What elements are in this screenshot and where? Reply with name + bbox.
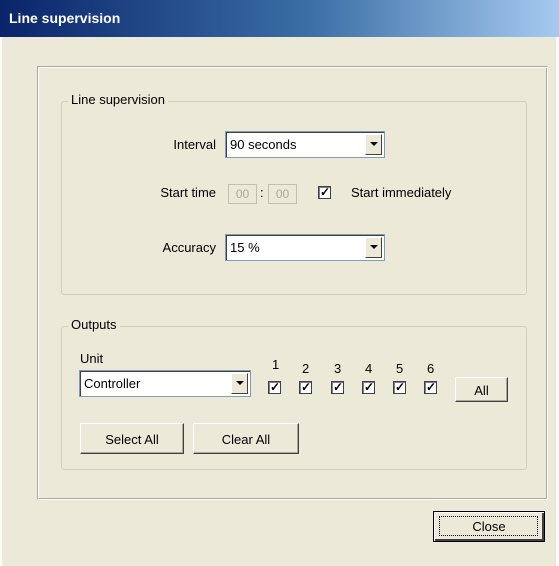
title-bar[interactable]: Line supervision xyxy=(0,0,559,37)
chevron-down-icon[interactable] xyxy=(365,134,382,155)
select-all-button[interactable]: Select All xyxy=(80,423,184,454)
accuracy-dropdown[interactable]: 15 % xyxy=(225,234,385,261)
interval-value: 90 seconds xyxy=(230,137,297,152)
start-hours-field[interactable]: 00 xyxy=(228,184,257,204)
clear-all-button-label: Clear All xyxy=(221,432,271,447)
unit-label: Unit xyxy=(80,351,104,366)
all-outputs-button-label: All xyxy=(474,383,489,398)
chevron-down-icon[interactable] xyxy=(365,237,382,258)
output-checkbox-2[interactable]: ✓ xyxy=(299,380,312,394)
output-number-3: 3 xyxy=(334,361,342,376)
start-time-label: Start time xyxy=(160,185,216,200)
start-minutes-field[interactable]: 00 xyxy=(268,184,297,204)
output-checkbox-5[interactable]: ✓ xyxy=(393,380,406,394)
close-button[interactable]: Close xyxy=(433,511,545,542)
clear-all-button[interactable]: Clear All xyxy=(193,423,299,454)
time-separator: : xyxy=(260,185,264,200)
output-number-4: 4 xyxy=(365,361,373,376)
select-all-button-label: Select All xyxy=(105,432,159,447)
unit-dropdown[interactable]: Controller xyxy=(79,370,251,397)
outputs-group-label: Outputs xyxy=(68,317,120,332)
output-number-2: 2 xyxy=(302,361,310,376)
dialog-window: Line supervision Line supervision Interv… xyxy=(0,0,559,566)
checkmark-icon: ✓ xyxy=(301,380,312,394)
checkmark-icon: ✓ xyxy=(270,380,281,394)
interval-label: Interval xyxy=(173,137,216,152)
window-border-left xyxy=(0,37,2,566)
close-button-label: Close xyxy=(472,519,506,534)
accuracy-value: 15 % xyxy=(230,240,260,255)
output-number-1: 1 xyxy=(272,357,280,372)
output-checkbox-1[interactable]: ✓ xyxy=(268,380,281,394)
unit-value: Controller xyxy=(84,376,141,391)
checkmark-icon: ✓ xyxy=(395,380,406,394)
all-outputs-button[interactable]: All xyxy=(455,377,508,402)
output-number-5: 5 xyxy=(396,361,404,376)
chevron-down-icon[interactable] xyxy=(231,373,248,394)
checkmark-icon: ✓ xyxy=(426,380,437,394)
output-checkbox-3[interactable]: ✓ xyxy=(331,380,344,394)
checkmark-icon: ✓ xyxy=(320,185,331,199)
start-immediately-checkbox[interactable]: ✓ xyxy=(318,185,331,199)
checkmark-icon: ✓ xyxy=(364,380,375,394)
interval-dropdown[interactable]: 90 seconds xyxy=(225,131,385,158)
line-supervision-group-label: Line supervision xyxy=(68,92,168,107)
start-immediately-label[interactable]: Start immediately xyxy=(351,185,451,200)
output-checkbox-4[interactable]: ✓ xyxy=(362,380,375,394)
output-checkbox-6[interactable]: ✓ xyxy=(424,380,437,394)
checkmark-icon: ✓ xyxy=(333,380,344,394)
accuracy-label: Accuracy xyxy=(162,240,216,255)
window-title: Line supervision xyxy=(9,10,121,26)
output-number-6: 6 xyxy=(427,361,435,376)
